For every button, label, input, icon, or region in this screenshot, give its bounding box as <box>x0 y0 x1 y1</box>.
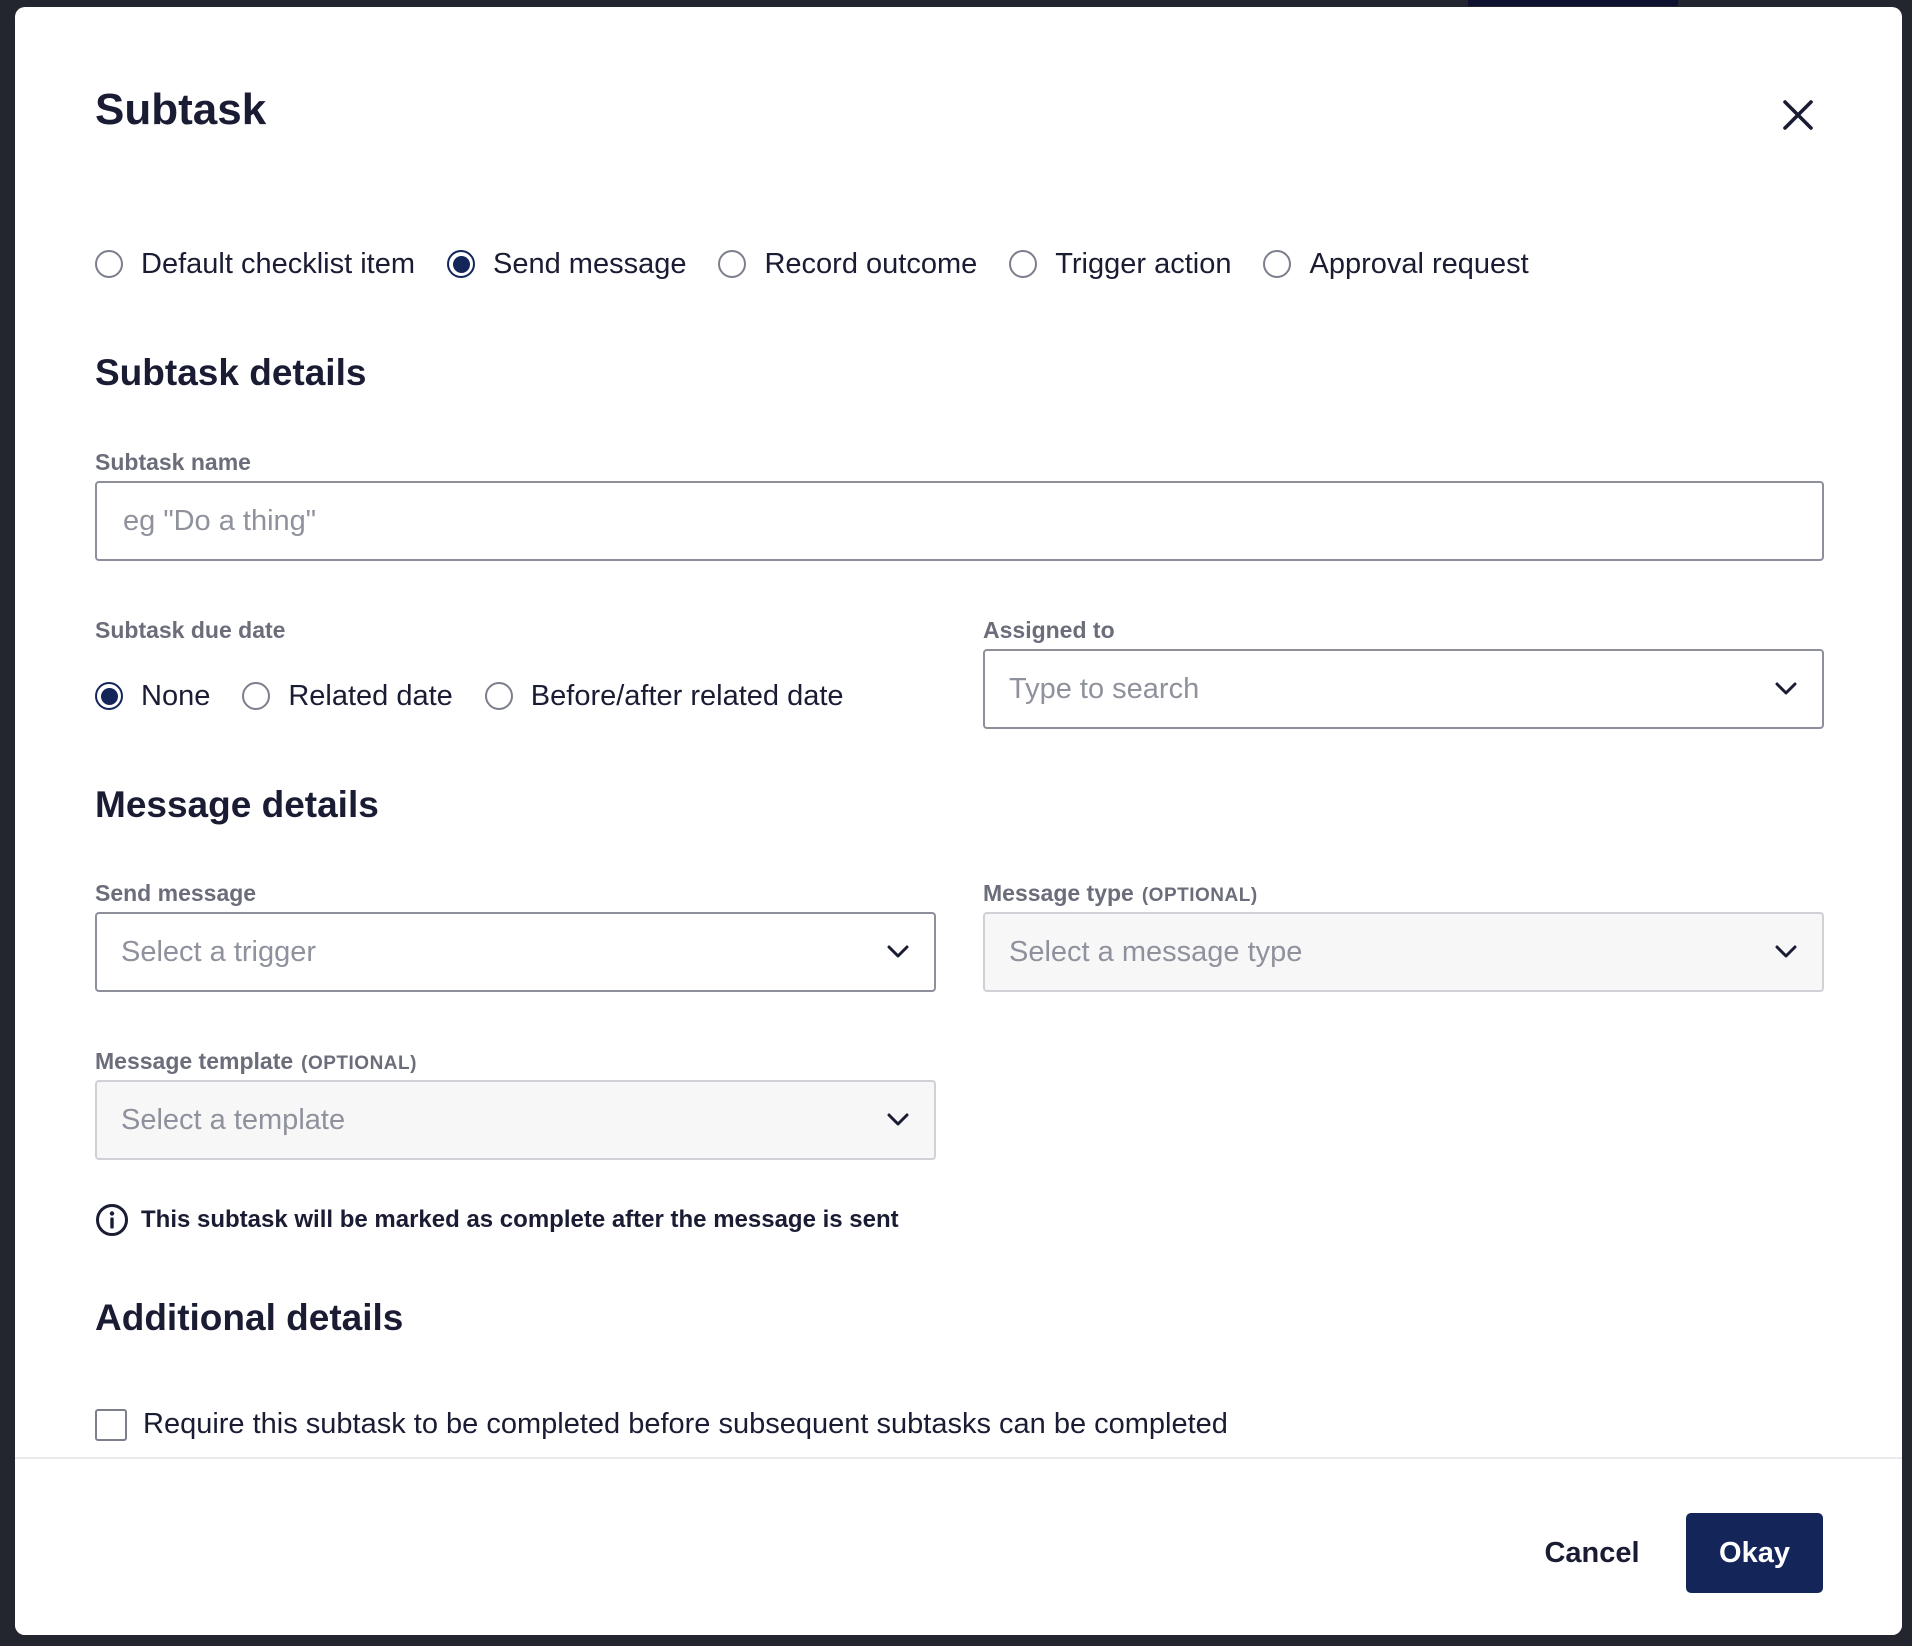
radio-default-checklist-item[interactable]: Default checklist item <box>95 248 415 281</box>
subtask-name-field <box>95 481 1824 561</box>
radio-approval-request[interactable]: Approval request <box>1263 247 1529 281</box>
message-type-label: Message type (OPTIONAL) <box>983 880 1258 907</box>
message-details-heading: Message details <box>95 784 379 825</box>
radio-label: Related date <box>288 679 453 712</box>
radio-label: Trigger action <box>1055 247 1232 280</box>
radio-send-message[interactable]: Send message <box>447 248 686 281</box>
okay-button[interactable]: Okay <box>1686 1513 1823 1593</box>
assigned-to-select[interactable]: Type to search <box>983 649 1824 729</box>
radio-circle <box>484 682 513 710</box>
radio-label: Approval request <box>1309 247 1529 280</box>
message-template-label: Message template (OPTIONAL) <box>95 1048 417 1075</box>
modal-body: Subtask Default checklist item Send mess… <box>15 7 1902 1457</box>
radio-circle-checked <box>447 250 475 278</box>
message-template-select[interactable]: Select a template <box>95 1080 936 1160</box>
info-icon <box>96 1204 128 1236</box>
chevron-down-icon <box>1774 940 1798 964</box>
modal-title: Subtask <box>95 85 267 134</box>
message-type-label-text: Message type <box>983 880 1134 906</box>
subtask-type-radio-group: Default checklist item Send message Reco… <box>95 247 1561 281</box>
due-date-radio-group: None Related date Before/after related d… <box>95 679 876 713</box>
radio-circle <box>1263 250 1292 278</box>
cancel-button[interactable]: Cancel <box>1517 1513 1667 1593</box>
subtask-details-heading: Subtask details <box>95 352 367 393</box>
chevron-down-icon <box>886 940 910 964</box>
due-date-label: Subtask due date <box>95 617 286 643</box>
send-message-label: Send message <box>95 880 257 906</box>
message-type-select[interactable]: Select a message type <box>983 912 1824 992</box>
radio-circle <box>1009 250 1038 278</box>
radio-circle-checked <box>95 682 123 710</box>
message-template-placeholder: Select a template <box>121 1103 346 1136</box>
require-completion-checkbox[interactable] <box>95 1408 127 1441</box>
radio-circle <box>718 250 747 278</box>
radio-due-none[interactable]: None <box>95 680 210 713</box>
send-message-select[interactable]: Select a trigger <box>95 912 936 992</box>
optional-tag: (OPTIONAL) <box>1141 885 1258 906</box>
chevron-down-icon <box>886 1108 910 1132</box>
subtask-name-input[interactable] <box>121 503 1798 539</box>
radio-due-before-after-related-date[interactable]: Before/after related date <box>484 679 844 713</box>
backdrop-bar <box>1468 0 1678 6</box>
require-completion-checkbox-row[interactable]: Require this subtask to be completed bef… <box>95 1408 1228 1441</box>
radio-label: Record outcome <box>764 247 978 280</box>
message-type-placeholder: Select a message type <box>1009 935 1303 968</box>
info-note: This subtask will be marked as complete … <box>95 1203 899 1237</box>
radio-label: None <box>141 679 211 712</box>
radio-label: Default checklist item <box>141 247 415 280</box>
radio-record-outcome[interactable]: Record outcome <box>718 248 977 281</box>
radio-circle <box>95 250 123 278</box>
additional-details-heading: Additional details <box>95 1297 404 1338</box>
assigned-to-placeholder: Type to search <box>1009 672 1200 705</box>
info-text: This subtask will be marked as complete … <box>141 1206 899 1233</box>
optional-tag: (OPTIONAL) <box>301 1053 417 1074</box>
send-message-placeholder: Select a trigger <box>121 935 317 968</box>
close-button[interactable] <box>1776 93 1820 137</box>
assigned-to-label: Assigned to <box>983 617 1115 643</box>
close-icon <box>1783 100 1813 130</box>
radio-due-related-date[interactable]: Related date <box>242 679 453 713</box>
require-completion-label: Require this subtask to be completed bef… <box>143 1408 1228 1440</box>
radio-label: Send message <box>493 247 687 280</box>
radio-label: Before/after related date <box>530 679 844 712</box>
subtask-modal: Subtask Default checklist item Send mess… <box>15 7 1902 1635</box>
message-template-label-text: Message template <box>95 1048 294 1074</box>
radio-trigger-action[interactable]: Trigger action <box>1009 248 1231 281</box>
modal-footer: Cancel Okay <box>15 1457 1902 1635</box>
subtask-name-label: Subtask name <box>95 449 251 475</box>
radio-circle <box>242 682 271 710</box>
chevron-down-icon <box>1774 677 1798 701</box>
